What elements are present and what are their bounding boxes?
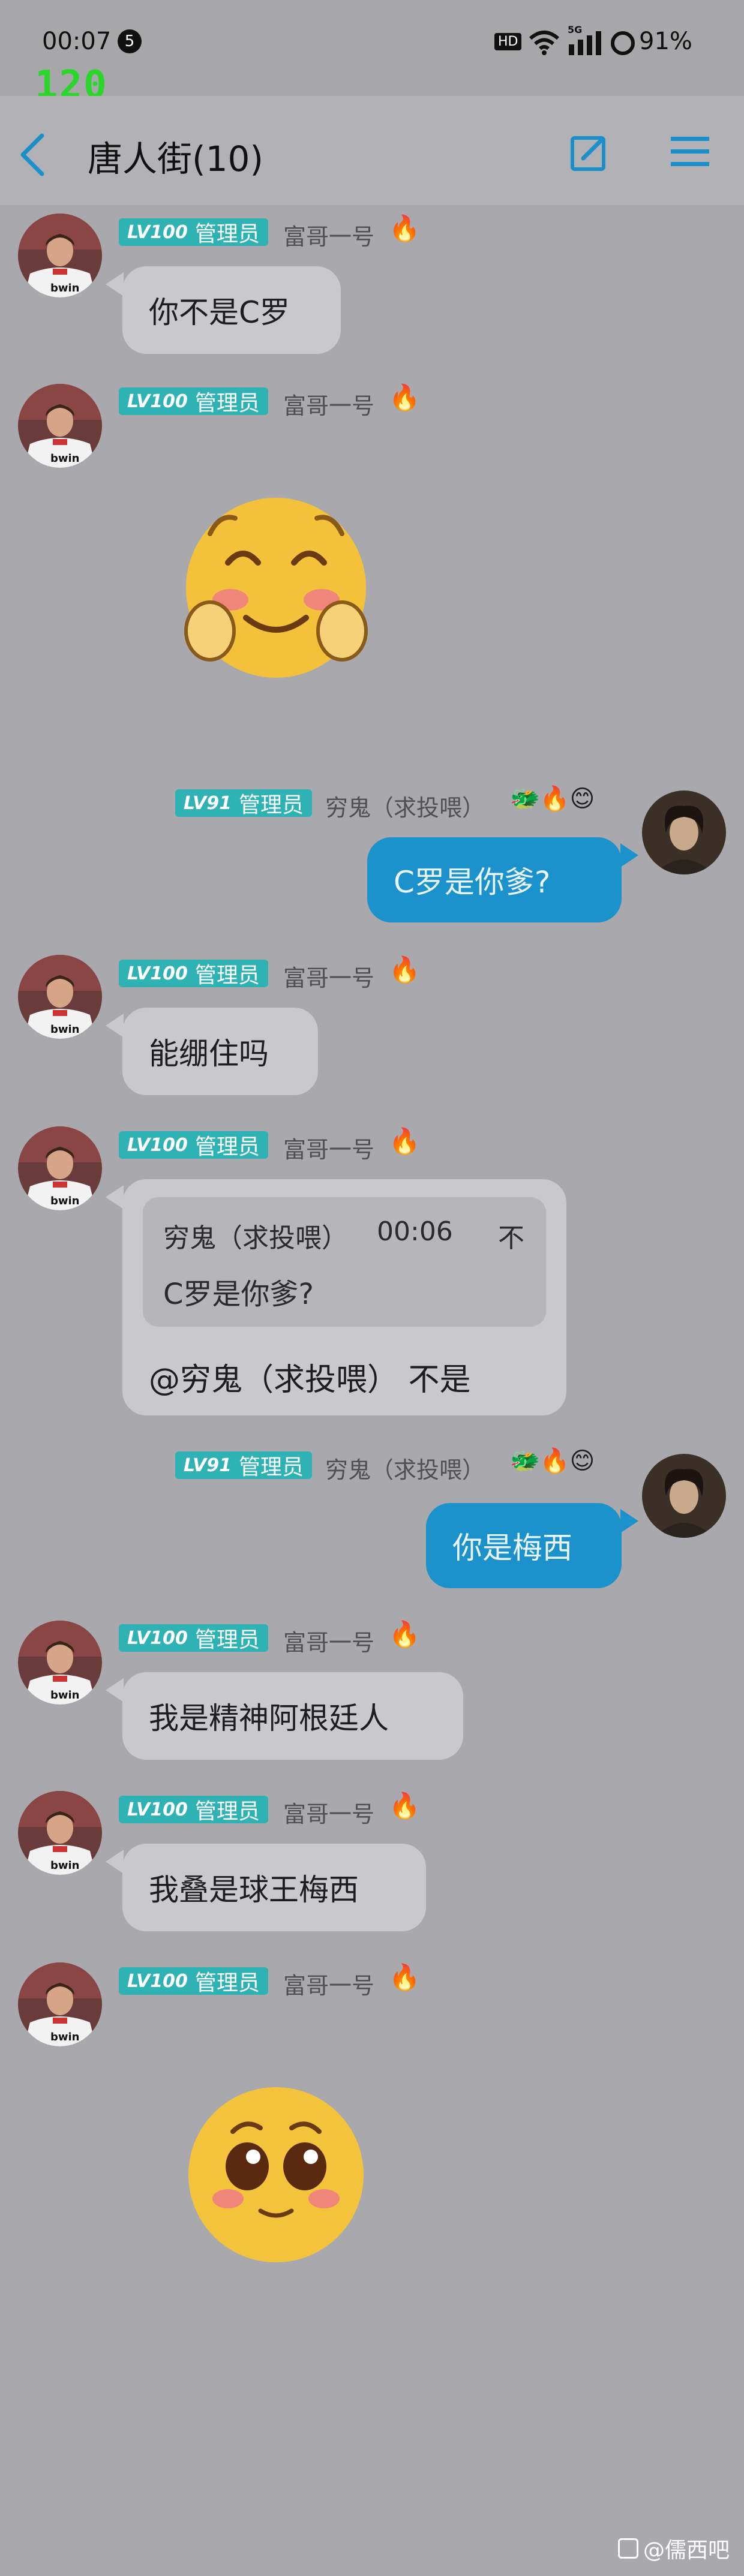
fire-icon: 🔥 bbox=[389, 214, 421, 243]
sender-name: 富哥一号 bbox=[283, 1801, 375, 1827]
avatar-fuge[interactable] bbox=[18, 955, 102, 1039]
watermark-logo-icon bbox=[617, 2538, 638, 2559]
quoted-time: 00:06 bbox=[377, 1216, 453, 1247]
signal-icon bbox=[569, 31, 601, 55]
fire-icon: 🔥 bbox=[389, 1619, 421, 1649]
avatar-fuge[interactable] bbox=[18, 1126, 102, 1210]
sender-name: 富哥一号 bbox=[283, 1137, 375, 1163]
group-title: 唐人街(10) bbox=[88, 139, 264, 179]
bubble-tail bbox=[106, 1850, 124, 1874]
battery-ring-icon bbox=[611, 31, 635, 55]
level-badge: LV100 管理员 bbox=[119, 1624, 268, 1652]
message-bubble[interactable]: 你不是C罗 bbox=[122, 266, 341, 354]
notification-count-badge: 5 bbox=[118, 29, 142, 53]
avatar-fuge[interactable] bbox=[18, 1791, 102, 1875]
message-bubble[interactable]: 我是精神阿根廷人 bbox=[122, 1672, 463, 1760]
blushing-face-emoji[interactable] bbox=[174, 492, 378, 690]
bubble-tail bbox=[106, 1678, 124, 1702]
level-badge: LV91 管理员 bbox=[175, 1451, 312, 1480]
bubble-tail bbox=[106, 272, 124, 296]
badge-icons: 🐲🔥😊 bbox=[510, 1447, 595, 1475]
fire-icon: 🔥 bbox=[389, 383, 421, 412]
reply-text: @穷鬼（求投喂） 不是 bbox=[149, 1362, 471, 1398]
fire-icon: 🔥 bbox=[389, 1791, 421, 1820]
quoted-sender: 穷鬼（求投喂） bbox=[163, 1223, 348, 1254]
level-badge: LV100 管理员 bbox=[119, 1796, 268, 1824]
sender-name: 富哥一号 bbox=[283, 1630, 375, 1656]
avatar-fuge[interactable] bbox=[18, 214, 102, 297]
fire-icon: 🔥 bbox=[389, 1962, 421, 1992]
level-badge: LV100 管理员 bbox=[119, 960, 268, 988]
watermark-text: @儒西吧 bbox=[643, 2538, 730, 2563]
status-time: 00:07 bbox=[42, 28, 112, 55]
sender-name: 富哥一号 bbox=[283, 393, 375, 419]
message-bubble[interactable]: 我叠是球王梅西 bbox=[122, 1844, 426, 1931]
message-bubble[interactable]: C罗是你爹? bbox=[367, 837, 622, 922]
sender-name: 穷鬼（求投喂） bbox=[325, 1457, 485, 1483]
sender-name: 富哥一号 bbox=[283, 965, 375, 991]
avatar-fuge[interactable] bbox=[18, 384, 102, 468]
sender-name: 穷鬼（求投喂） bbox=[325, 795, 485, 821]
fire-icon: 🔥 bbox=[389, 1126, 421, 1156]
badge-icons: 🐲🔥😊 bbox=[510, 785, 595, 813]
pleading-face-emoji[interactable] bbox=[186, 2085, 366, 2265]
message-bubble[interactable]: 你是梅西 bbox=[426, 1503, 622, 1588]
wifi-icon bbox=[529, 31, 559, 55]
sender-name: 富哥一号 bbox=[283, 1973, 375, 1999]
watermark: @儒西吧 bbox=[617, 2533, 730, 2564]
chevron-left-icon[interactable] bbox=[16, 131, 49, 179]
hd-badge: HD bbox=[494, 33, 522, 50]
avatar-fuge[interactable] bbox=[18, 1962, 102, 2046]
avatar-fuge[interactable] bbox=[18, 1621, 102, 1705]
avatar-qionggui[interactable] bbox=[642, 790, 726, 874]
bubble-tail bbox=[106, 1185, 124, 1209]
level-badge: LV100 管理员 bbox=[119, 1131, 268, 1159]
sender-name: 富哥一号 bbox=[283, 224, 375, 250]
avatar-qionggui[interactable] bbox=[642, 1454, 726, 1538]
fire-icon: 🔥 bbox=[389, 955, 421, 984]
level-badge: LV100 管理员 bbox=[119, 1967, 268, 1995]
battery-percentage: 91% bbox=[639, 28, 692, 55]
bubble-tail bbox=[106, 1014, 124, 1038]
quoted-text: C罗是你爹? bbox=[163, 1278, 314, 1311]
level-badge: LV100 管理员 bbox=[119, 218, 268, 247]
bubble-tail bbox=[620, 1509, 638, 1533]
bubble-tail bbox=[620, 843, 638, 867]
quoted-tag: 不 bbox=[498, 1223, 524, 1254]
level-badge: LV91 管理员 bbox=[175, 789, 312, 817]
level-badge: LV100 管理员 bbox=[119, 387, 268, 416]
menu-icon[interactable] bbox=[670, 133, 712, 169]
edit-icon[interactable] bbox=[569, 132, 611, 174]
message-bubble[interactable]: 能绷住吗 bbox=[122, 1008, 318, 1095]
